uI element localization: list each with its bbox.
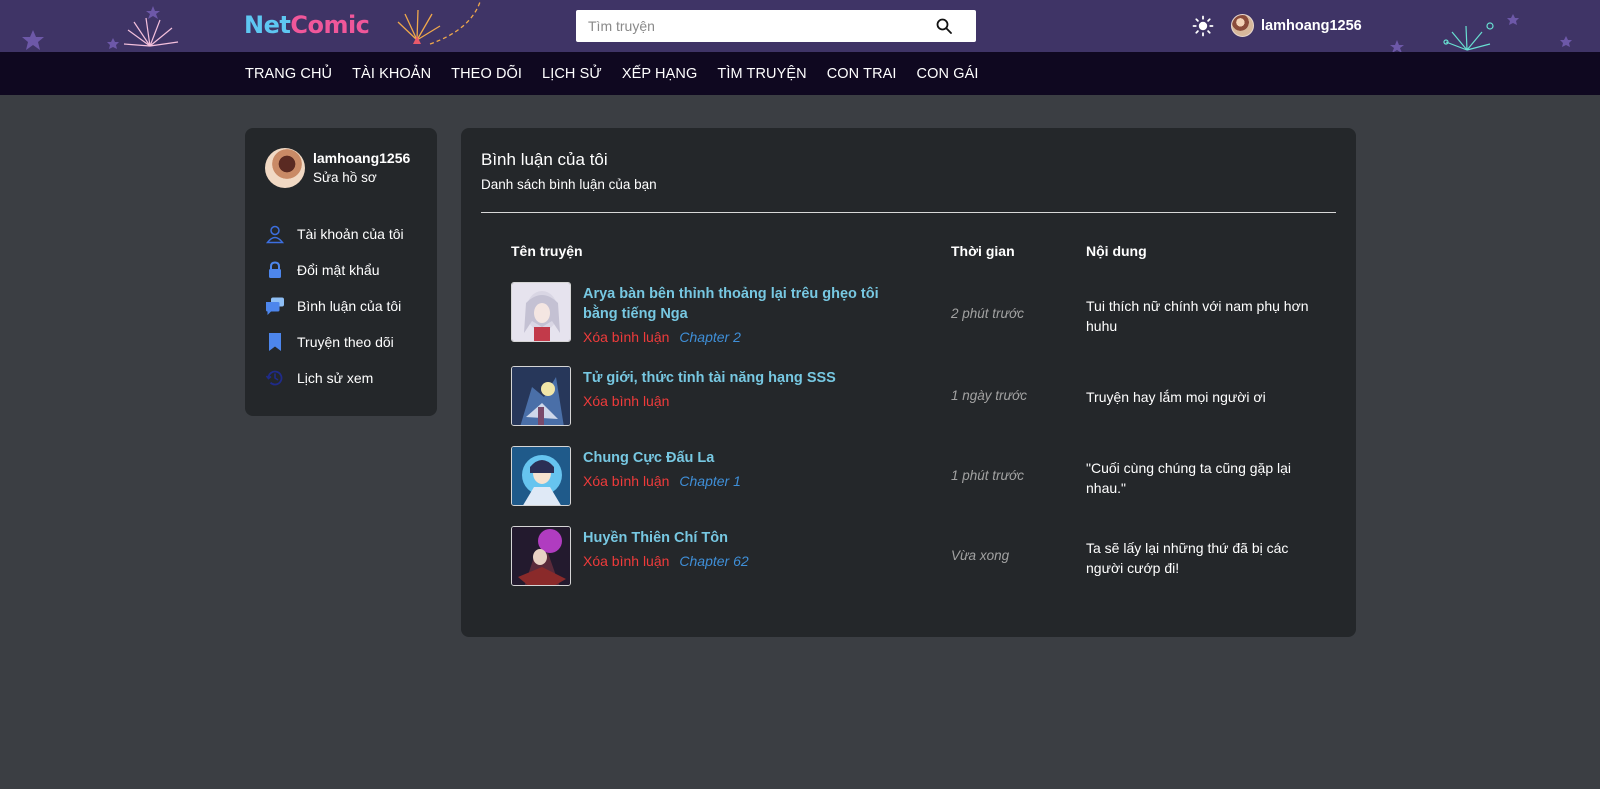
sidebar-item-following[interactable]: Truyện theo dõi [265, 324, 404, 360]
comic-title-link[interactable]: Huyền Thiên Chí Tôn [583, 528, 883, 548]
comment-time: 1 ngày trước [951, 388, 1027, 403]
avatar[interactable] [265, 148, 305, 188]
column-header-title: Tên truyện [511, 243, 583, 259]
comic-cover[interactable] [511, 446, 571, 506]
delete-comment-button[interactable]: Xóa bình luận [583, 329, 669, 345]
table-row: Tử giới, thức tỉnh tài năng hạng SSS Xóa… [511, 366, 1311, 428]
comments-panel: Bình luận của tôi Danh sách bình luận củ… [461, 128, 1356, 637]
column-header-content: Nội dung [1086, 243, 1147, 259]
comic-title-link[interactable]: Arya bàn bên thỉnh thoảng lại trêu ghẹo … [583, 284, 883, 324]
sidebar-item-label: Tài khoản của tôi [297, 226, 404, 242]
comment-time: Vừa xong [951, 548, 1010, 563]
top-bar: NetComic lamhoang1256 [0, 0, 1600, 52]
logo[interactable]: NetComic [244, 10, 370, 40]
nav-item-search[interactable]: TÌM TRUYỆN [717, 66, 806, 82]
comment-content: Truyện hay lắm mọi người ơi [1086, 389, 1266, 405]
user-icon [265, 224, 285, 244]
sidebar-item-change-password[interactable]: Đổi mật khẩu [265, 252, 404, 288]
nav-item-history[interactable]: LỊCH SỬ [542, 66, 602, 82]
search-icon[interactable] [936, 18, 952, 34]
nav-item-ranking[interactable]: XẾP HẠNG [622, 66, 697, 82]
header-username: lamhoang1256 [1261, 17, 1362, 34]
comment-time: 1 phút trước [951, 468, 1024, 483]
table-row: Huyền Thiên Chí Tôn Xóa bình luận Chapter… [511, 526, 1311, 588]
delete-comment-button[interactable]: Xóa bình luận [583, 393, 669, 409]
nav-item-account[interactable]: TÀI KHOẢN [352, 66, 431, 82]
nav-item-girls[interactable]: CON GÁI [917, 66, 979, 82]
comment-content: Tui thích nữ chính với nam phụ hơn huhu [1086, 298, 1309, 334]
sidebar-item-label: Đổi mật khẩu [297, 262, 380, 278]
logo-part1: Net [244, 11, 291, 39]
sidebar-item-comments[interactable]: Bình luận của tôi [265, 288, 404, 324]
page-title: Bình luận của tôi [481, 150, 608, 169]
comic-cover[interactable] [511, 526, 571, 586]
bookmark-icon [265, 332, 285, 352]
table-row: Chung Cực Đấu La Xóa bình luận Chapter 1 … [511, 446, 1311, 508]
nav-item-boys[interactable]: CON TRAI [827, 66, 897, 82]
account-sidebar: lamhoang1256 Sửa hồ sơ Tài khoản của tôi… [245, 128, 437, 416]
comic-cover[interactable] [511, 282, 571, 342]
comic-cover[interactable] [511, 366, 571, 426]
table-row: Arya bàn bên thỉnh thoảng lại trêu ghẹo … [511, 282, 1311, 345]
sidebar-item-label: Bình luận của tôi [297, 298, 402, 314]
comment-content: Ta sẽ lấy lại những thứ đã bị các người … [1086, 540, 1289, 576]
sidebar-item-label: Lịch sử xem [297, 370, 374, 386]
main-nav: TRANG CHỦ TÀI KHOẢN THEO DÕI LỊCH SỬ XẾP… [0, 52, 1600, 95]
user-menu[interactable]: lamhoang1256 [1231, 14, 1362, 37]
column-header-time: Thời gian [951, 243, 1015, 259]
sidebar-item-history[interactable]: Lịch sử xem [265, 360, 404, 396]
nav-item-home[interactable]: TRANG CHỦ [245, 66, 332, 82]
edit-profile-link[interactable]: Sửa hồ sơ [313, 168, 410, 188]
chapter-link[interactable]: Chapter 2 [679, 329, 740, 345]
profile-summary: lamhoang1256 Sửa hồ sơ [265, 148, 410, 188]
search-input[interactable] [576, 11, 916, 41]
avatar [1231, 14, 1254, 37]
comic-title-link[interactable]: Chung Cực Đấu La [583, 448, 883, 468]
delete-comment-button[interactable]: Xóa bình luận [583, 473, 669, 489]
delete-comment-button[interactable]: Xóa bình luận [583, 553, 669, 569]
search-bar [576, 10, 976, 42]
history-icon [265, 368, 285, 388]
sidebar-item-account[interactable]: Tài khoản của tôi [265, 216, 404, 252]
chapter-link[interactable]: Chapter 1 [679, 473, 740, 489]
lock-icon [265, 260, 285, 280]
logo-part2: Comic [290, 11, 370, 39]
sidebar-item-label: Truyện theo dõi [297, 334, 394, 350]
comic-title-link[interactable]: Tử giới, thức tỉnh tài năng hạng SSS [583, 368, 883, 388]
comment-content: "Cuối cùng chúng ta cũng gặp lại nhau." [1086, 460, 1292, 496]
chapter-link[interactable]: Chapter 62 [679, 553, 748, 569]
sun-icon[interactable] [1192, 15, 1214, 37]
comment-time: 2 phút trước [951, 306, 1024, 321]
sidebar-menu: Tài khoản của tôi Đổi mật khẩu Bình luận… [265, 216, 404, 396]
page-subtitle: Danh sách bình luận của bạn [481, 177, 657, 192]
comment-icon [265, 296, 285, 316]
divider [481, 212, 1336, 213]
sidebar-username: lamhoang1256 [313, 149, 411, 166]
nav-item-following[interactable]: THEO DÕI [451, 66, 522, 82]
